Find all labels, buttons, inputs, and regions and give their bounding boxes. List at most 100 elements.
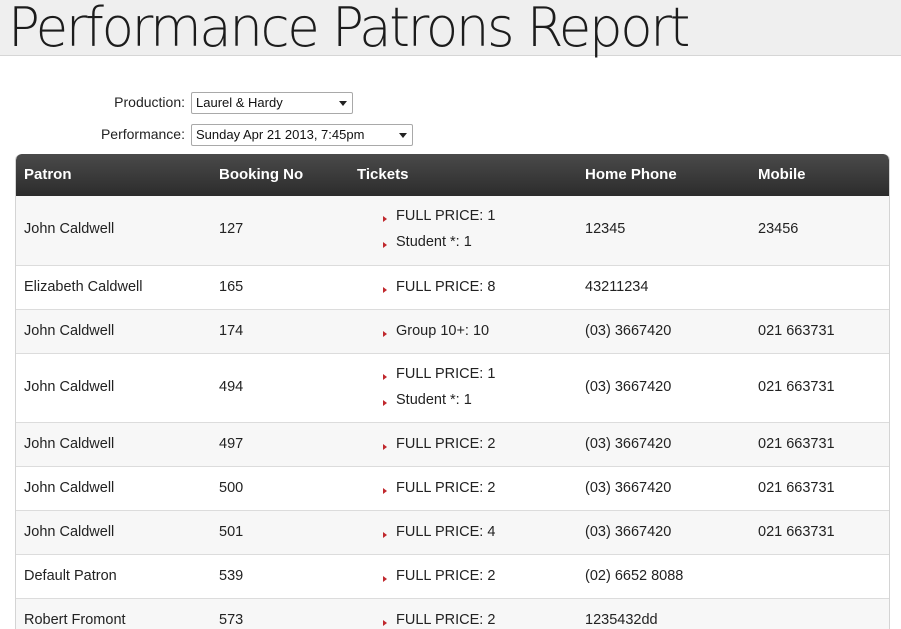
cell-patron: John Caldwell (24, 480, 115, 496)
ticket-item: Student *: 1 (383, 234, 495, 260)
cell-booking-no: 165 (219, 279, 244, 295)
performance-select-value: Sunday Apr 21 2013, 7:45pm (196, 127, 365, 142)
bullet-arrow-icon (383, 444, 387, 450)
table-row: John Caldwell 500 (03) 3667420 021 663731 FU… (16, 466, 889, 510)
cell-tickets: FULL PRICE: 2 (383, 568, 495, 594)
chevron-down-icon (399, 133, 407, 138)
ticket-item: FULL PRICE: 2 (383, 480, 495, 506)
cell-tickets: FULL PRICE: 2 (383, 480, 495, 506)
cell-mobile: 021 663731 (758, 524, 835, 540)
cell-tickets: FULL PRICE: 4 (383, 524, 495, 550)
cell-booking-no: 494 (219, 379, 244, 395)
production-select-value: Laurel & Hardy (196, 95, 283, 110)
cell-booking-no: 539 (219, 568, 244, 584)
table-row: Default Patron 539 (02) 6652 8088 FULL PRIC… (16, 554, 889, 598)
performance-select[interactable]: Sunday Apr 21 2013, 7:45pm (191, 124, 413, 146)
cell-home-phone: 1235432dd (585, 612, 658, 628)
ticket-item: Student *: 1 (383, 392, 495, 418)
cell-mobile: 23456 (758, 221, 799, 237)
bullet-arrow-icon (383, 331, 387, 337)
table-row: Robert Fromont 573 1235432dd FULL PRICE: 2 (16, 598, 889, 629)
cell-home-phone: (03) 3667420 (585, 524, 672, 540)
ticket-label: FULL PRICE: 1 (396, 208, 496, 224)
bullet-arrow-icon (383, 287, 387, 293)
cell-mobile: 021 663731 (758, 480, 835, 496)
page-title: Performance Patrons Report (8, 0, 690, 59)
ticket-label: FULL PRICE: 1 (396, 366, 496, 382)
cell-mobile: 021 663731 (758, 379, 835, 395)
cell-tickets: FULL PRICE: 2 (383, 612, 495, 629)
ticket-item: FULL PRICE: 4 (383, 524, 495, 550)
bullet-arrow-icon (383, 242, 387, 248)
cell-mobile: 021 663731 (758, 323, 835, 339)
ticket-label: FULL PRICE: 2 (396, 436, 496, 452)
cell-home-phone: (03) 3667420 (585, 323, 672, 339)
table-row: Elizabeth Caldwell 165 43211234 FULL PRICE:… (16, 265, 889, 309)
column-header-patron: Patron (24, 166, 72, 183)
column-header-tickets: Tickets (357, 166, 409, 183)
cell-booking-no: 501 (219, 524, 244, 540)
cell-booking-no: 573 (219, 612, 244, 628)
cell-patron: John Caldwell (24, 379, 115, 395)
cell-booking-no: 497 (219, 436, 244, 452)
production-filter: Production: Laurel & Hardy (0, 92, 901, 114)
cell-patron: John Caldwell (24, 221, 115, 237)
cell-patron: John Caldwell (24, 524, 115, 540)
table-header: Patron Booking No Tickets Home Phone Mob… (16, 154, 889, 196)
cell-tickets: Group 10+: 10 (383, 323, 489, 349)
ticket-item: FULL PRICE: 2 (383, 568, 495, 594)
cell-tickets: FULL PRICE: 1 Student *: 1 (383, 208, 495, 260)
table-row: John Caldwell 497 (03) 3667420 021 663731 FU… (16, 422, 889, 466)
performance-label: Performance: (100, 126, 185, 142)
cell-tickets: FULL PRICE: 2 (383, 436, 495, 462)
table-body: John Caldwell 127 12345 23456 FULL PRICE: 1 S… (16, 196, 889, 629)
production-label: Production: (114, 94, 185, 110)
cell-tickets: FULL PRICE: 1 Student *: 1 (383, 366, 495, 418)
cell-patron: Elizabeth Caldwell (24, 279, 143, 295)
ticket-item: FULL PRICE: 1 (383, 366, 495, 392)
table-row: John Caldwell 127 12345 23456 FULL PRICE: 1 S… (16, 196, 889, 265)
bullet-arrow-icon (383, 488, 387, 494)
cell-home-phone: (03) 3667420 (585, 436, 672, 452)
ticket-label: FULL PRICE: 2 (396, 480, 496, 496)
ticket-item: FULL PRICE: 2 (383, 612, 495, 629)
bullet-arrow-icon (383, 216, 387, 222)
bullet-arrow-icon (383, 374, 387, 380)
cell-booking-no: 127 (219, 221, 244, 237)
ticket-label: FULL PRICE: 2 (396, 568, 496, 584)
ticket-label: Group 10+: 10 (396, 323, 490, 339)
cell-patron: Robert Fromont (24, 612, 126, 628)
column-header-booking-no: Booking No (219, 166, 304, 183)
ticket-item: FULL PRICE: 8 (383, 279, 495, 305)
cell-home-phone: (02) 6652 8088 (585, 568, 684, 584)
cell-home-phone: 12345 (585, 221, 626, 237)
cell-home-phone: (03) 3667420 (585, 480, 672, 496)
ticket-label: FULL PRICE: 4 (396, 524, 496, 540)
production-select[interactable]: Laurel & Hardy (191, 92, 353, 114)
ticket-item: FULL PRICE: 2 (383, 436, 495, 462)
column-header-mobile: Mobile (758, 166, 806, 183)
ticket-item: Group 10+: 10 (383, 323, 489, 349)
cell-booking-no: 174 (219, 323, 244, 339)
cell-tickets: FULL PRICE: 8 (383, 279, 495, 305)
table-row: John Caldwell 494 (03) 3667420 021 663731 FU… (16, 353, 889, 422)
ticket-label: FULL PRICE: 2 (396, 612, 496, 628)
cell-booking-no: 500 (219, 480, 244, 496)
ticket-label: FULL PRICE: 8 (396, 279, 496, 295)
bullet-arrow-icon (383, 620, 387, 626)
table-row: John Caldwell 501 (03) 3667420 021 663731 FU… (16, 510, 889, 554)
cell-home-phone: 43211234 (585, 279, 649, 295)
ticket-item: FULL PRICE: 1 (383, 208, 495, 234)
bullet-arrow-icon (383, 576, 387, 582)
cell-home-phone: (03) 3667420 (585, 379, 672, 395)
table-row: John Caldwell 174 (03) 3667420 021 663731 Gr… (16, 309, 889, 353)
cell-mobile: 021 663731 (758, 436, 835, 452)
cell-patron: Default Patron (24, 568, 117, 584)
column-header-home-phone: Home Phone (585, 166, 677, 183)
patrons-table: Patron Booking No Tickets Home Phone Mob… (15, 154, 890, 629)
bullet-arrow-icon (383, 532, 387, 538)
performance-filter: Performance: Sunday Apr 21 2013, 7:45pm (0, 124, 901, 146)
title-bar: Performance Patrons Report (0, 0, 901, 59)
chevron-down-icon (339, 101, 347, 106)
bullet-arrow-icon (383, 400, 387, 406)
